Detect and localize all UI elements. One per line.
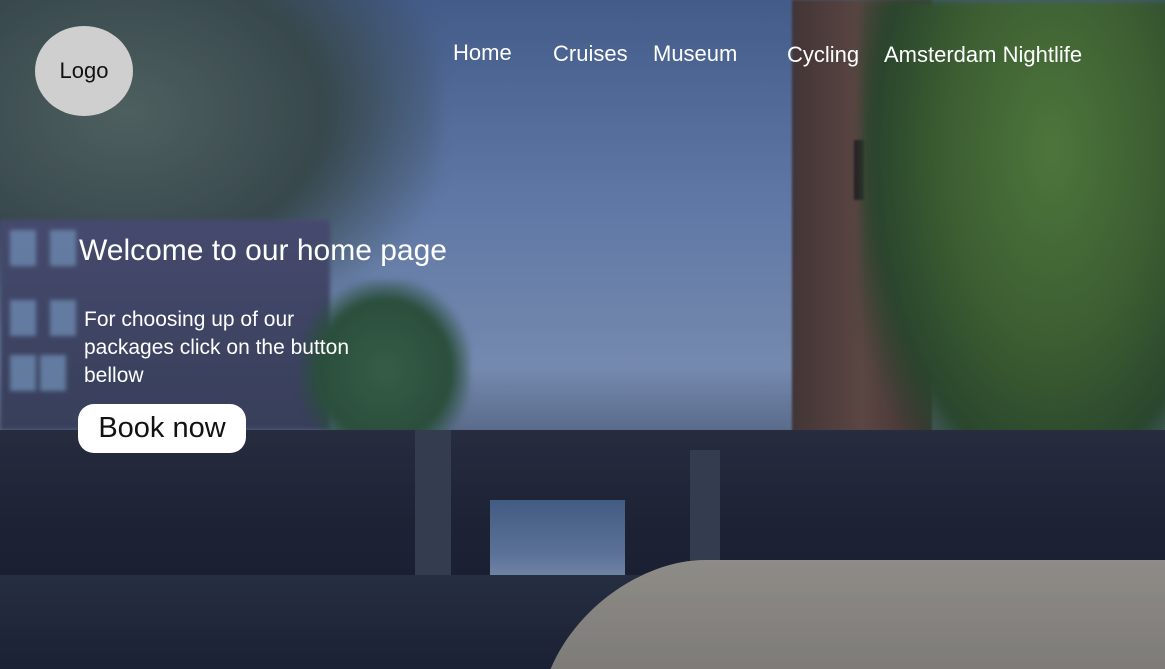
hero-tagline: For choosing up of our packages click on… (84, 308, 350, 387)
hero-section: Logo Home Cruises Museum Cycling Amsterd… (0, 0, 1165, 669)
nav-item-amsterdam-nightlife[interactable]: Amsterdam Nightlife (884, 42, 1082, 68)
main-nav: Home Cruises Museum Cycling Amsterdam Ni… (0, 38, 1165, 78)
nav-item-museum[interactable]: Museum (653, 41, 737, 67)
nav-item-home[interactable]: Home (453, 40, 512, 66)
nav-item-cycling[interactable]: Cycling (787, 42, 859, 68)
page-title: Welcome to our home page (79, 234, 447, 267)
nav-item-cruises[interactable]: Cruises (553, 41, 628, 67)
book-now-button[interactable]: Book now (78, 404, 246, 453)
